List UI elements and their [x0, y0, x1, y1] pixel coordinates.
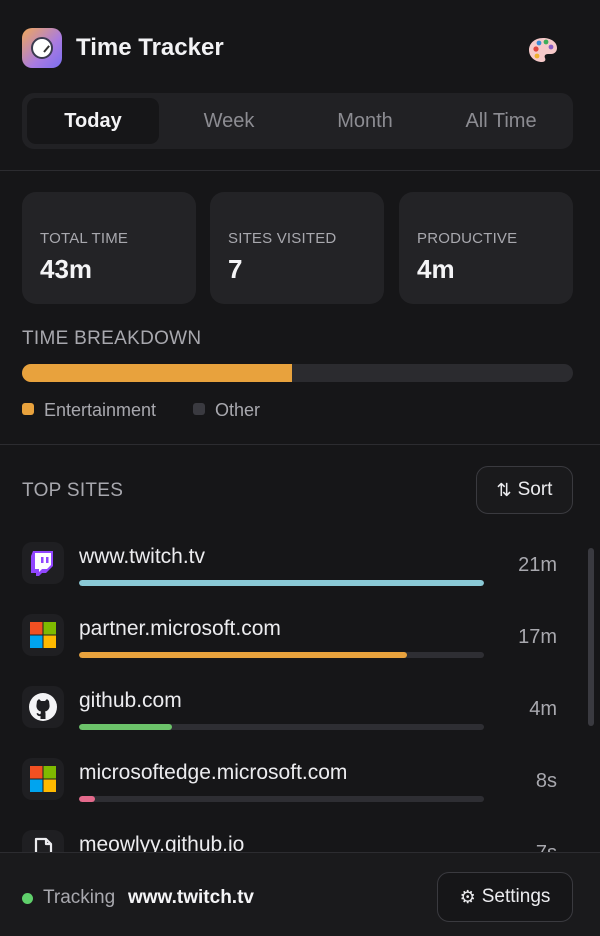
- stopwatch-icon: [22, 28, 62, 68]
- site-domain: microsoftedge.microsoft.com: [79, 761, 348, 784]
- stat-card-total-time: TOTAL TIME 43m: [22, 192, 196, 304]
- stat-label: SITES VISITED: [228, 230, 337, 247]
- legend-label: Other: [215, 400, 261, 420]
- microsoft-icon: [22, 614, 64, 656]
- tracking-site: www.twitch.tv: [128, 887, 254, 908]
- gear-icon: ⚙: [459, 886, 476, 907]
- github-icon: [22, 686, 64, 728]
- twitch-icon: [22, 542, 64, 584]
- header: Time Tracker Today Week Month All Time: [0, 0, 600, 149]
- legend-entertainment: Entertainment: [22, 400, 156, 421]
- tab-month[interactable]: Month: [299, 98, 431, 144]
- entertainment-segment: [22, 364, 292, 382]
- time-breakdown-title: TIME BREAKDOWN: [22, 328, 202, 349]
- site-time: 8s: [535, 770, 557, 792]
- time-breakdown-bar: [22, 364, 573, 382]
- footer: Tracking www.twitch.tv ⚙ Settings: [0, 852, 600, 936]
- list-item[interactable]: github.com 4m: [0, 674, 600, 746]
- list-item[interactable]: www.twitch.tv 21m: [0, 530, 600, 602]
- site-time: 4m: [529, 698, 557, 720]
- site-usage-bar: [79, 580, 484, 586]
- sort-icon: ⇅: [496, 479, 512, 500]
- tab-all-time[interactable]: All Time: [435, 98, 567, 144]
- top-sites-title: TOP SITES: [22, 480, 124, 501]
- stat-label: TOTAL TIME: [40, 230, 129, 247]
- top-sites-list[interactable]: www.twitch.tv 21m partner.microsoft.com …: [0, 530, 600, 852]
- site-usage-bar: [79, 724, 484, 730]
- site-domain: partner.microsoft.com: [79, 617, 281, 640]
- site-domain: github.com: [79, 689, 182, 712]
- site-usage-fill: [79, 580, 484, 586]
- tracking-status-dot: [22, 893, 33, 904]
- legend-other: Other: [193, 400, 260, 421]
- scrollbar-thumb[interactable]: [588, 548, 594, 726]
- site-usage-bar: [79, 796, 484, 802]
- app-title: Time Tracker: [76, 34, 224, 61]
- site-domain: www.twitch.tv: [79, 545, 206, 568]
- file-icon: [22, 830, 64, 852]
- stat-value: 7: [228, 254, 243, 284]
- site-usage-fill: [79, 724, 173, 730]
- stat-value: 43m: [40, 254, 93, 284]
- period-tabs: Today Week Month All Time: [22, 93, 573, 149]
- stat-card-productive: PRODUCTIVE 4m: [399, 192, 573, 304]
- tab-week[interactable]: Week: [163, 98, 295, 144]
- site-domain: meowlyy.github.io: [79, 833, 245, 852]
- tab-today[interactable]: Today: [27, 98, 159, 144]
- tracking-label: Tracking: [43, 887, 116, 908]
- site-time: 7s: [536, 842, 557, 852]
- stat-card-sites-visited: SITES VISITED 7: [210, 192, 384, 304]
- site-time: 21m: [518, 554, 557, 576]
- palette-icon[interactable]: [528, 36, 558, 64]
- list-item[interactable]: partner.microsoft.com 17m: [0, 602, 600, 674]
- list-item[interactable]: meowlyy.github.io 7s: [0, 818, 600, 852]
- settings-button[interactable]: ⚙ Settings: [437, 872, 573, 922]
- site-usage-fill: [79, 796, 96, 802]
- divider: [0, 170, 600, 171]
- settings-label: Settings: [481, 886, 551, 907]
- legend-label: Entertainment: [44, 400, 157, 420]
- legend-dot: [193, 403, 205, 416]
- stat-label: PRODUCTIVE: [417, 230, 518, 247]
- site-time: 17m: [518, 626, 557, 648]
- list-item[interactable]: microsoftedge.microsoft.com 8s: [0, 746, 600, 818]
- microsoft-icon: [22, 758, 64, 800]
- stat-value: 4m: [417, 254, 455, 284]
- site-usage-fill: [79, 652, 408, 658]
- sort-label: Sort: [517, 479, 553, 500]
- legend-dot: [22, 403, 34, 416]
- sort-button[interactable]: ⇅ Sort: [476, 466, 573, 514]
- divider: [0, 444, 600, 445]
- site-usage-bar: [79, 652, 484, 658]
